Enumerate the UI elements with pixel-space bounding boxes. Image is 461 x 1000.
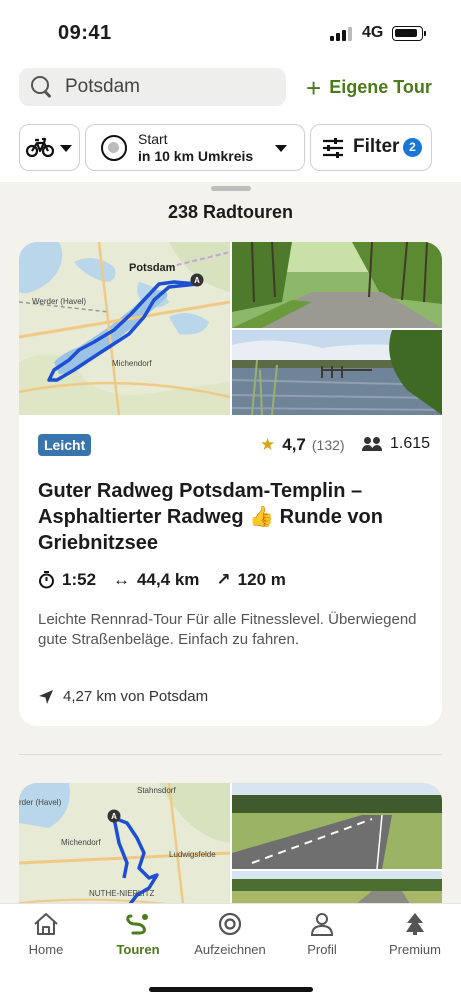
- tour-map: A Stahnsdorf rder (Havel) Michendorf Lud…: [19, 783, 230, 903]
- distance-stat: ↔ 44,4 km: [113, 570, 199, 590]
- nav-label: Touren: [116, 942, 160, 957]
- nav-item-aufzeichnen[interactable]: Aufzeichnen: [184, 912, 276, 957]
- nav-label: Premium: [388, 942, 441, 957]
- distance-value: 44,4 km: [137, 570, 200, 589]
- distance-from-value: 4,27 km von Potsdam: [63, 688, 209, 705]
- nav-item-profil[interactable]: Profil: [276, 912, 368, 957]
- bicycle-icon: [26, 137, 54, 158]
- tour-photo[interactable]: [232, 242, 442, 328]
- tour-photo[interactable]: [232, 783, 442, 869]
- sport-selector[interactable]: [19, 124, 80, 171]
- own-tour-button[interactable]: + Eigene Tour: [306, 72, 432, 103]
- map-marker-label: A: [111, 812, 117, 821]
- search-value: Potsdam: [65, 76, 140, 97]
- home-icon: [34, 913, 58, 935]
- filter-label: Filter: [353, 136, 400, 157]
- nav-item-premium[interactable]: Premium: [369, 912, 461, 957]
- status-bar: 09:41 4G: [0, 0, 461, 64]
- location-arrow-icon: [39, 689, 53, 704]
- home-indicator: [149, 987, 313, 992]
- map-label: Michendorf: [61, 838, 101, 847]
- stopwatch-icon: [39, 571, 54, 589]
- duration-stat: 1:52: [38, 570, 96, 590]
- difficulty-badge: Leicht: [38, 434, 92, 456]
- plus-icon: +: [306, 72, 322, 103]
- status-time: 09:41: [58, 22, 112, 44]
- nav-item-touren[interactable]: Touren: [92, 912, 184, 957]
- horizontal-arrows-icon: ↔: [113, 570, 131, 589]
- users-icon: [362, 437, 382, 451]
- duration-value: 1:52: [62, 570, 97, 589]
- star-icon: ★: [260, 435, 276, 454]
- bottom-nav: Home Touren Aufzeichnen Profil Premium: [0, 903, 461, 1000]
- users-count: 1.615: [362, 435, 430, 453]
- search-icon: [31, 76, 53, 98]
- profile-icon: [310, 913, 334, 936]
- map-label: Ludwigsfelde: [169, 850, 216, 859]
- network-label: 4G: [362, 24, 384, 41]
- nav-item-home[interactable]: Home: [0, 912, 92, 957]
- rating-value: 4,7: [282, 435, 306, 454]
- filter-bar: Start in 10 km Umkreis Filter 2: [0, 118, 461, 182]
- nav-label: Aufzeichnen: [194, 942, 266, 957]
- start-label: Start: [138, 131, 168, 147]
- signal-icon: [330, 27, 354, 41]
- elevation-stat: ↗ 120 m: [216, 570, 285, 590]
- tour-description: Leichte Rennrad-Tour Für alle Fitnesslev…: [38, 611, 417, 648]
- drag-handle[interactable]: [211, 186, 251, 191]
- elevation-value: 120 m: [237, 570, 286, 589]
- route-icon: [126, 914, 148, 935]
- battery-icon: [392, 26, 426, 41]
- radius-label: in 10 km Umkreis: [138, 148, 254, 164]
- own-tour-label: Eigene Tour: [329, 77, 432, 97]
- users-value: 1.615: [390, 435, 431, 452]
- tour-photo[interactable]: [232, 871, 442, 903]
- chevron-down-icon: [275, 145, 287, 152]
- record-icon: [218, 912, 242, 936]
- start-radius-selector[interactable]: Start in 10 km Umkreis: [85, 124, 305, 171]
- tour-stats: 1:52 ↔ 44,4 km ↗ 120 m: [38, 570, 303, 590]
- distance-from: 4,27 km von Potsdam: [38, 688, 208, 705]
- map-marker-label: A: [194, 276, 200, 285]
- tour-photo[interactable]: [232, 330, 442, 415]
- results-count: 238 Radtouren: [167, 202, 294, 222]
- rating-count: (132): [311, 437, 345, 453]
- nav-label: Home: [28, 942, 64, 957]
- divider: [19, 754, 442, 755]
- nav-label: Profil: [307, 942, 337, 957]
- map-label: Michendorf: [112, 359, 152, 368]
- map-label: Stahnsdorf: [137, 786, 176, 795]
- sliders-icon: [323, 138, 343, 158]
- premium-icon: [406, 913, 424, 935]
- chevron-down-icon: [60, 145, 72, 152]
- tour-card[interactable]: A Potsdam Werder (Havel) Michendorf Leic…: [19, 242, 442, 726]
- arrow-up-right-icon: ↗: [216, 570, 231, 589]
- map-label: NUTHE-NIEPLITZ: [89, 889, 154, 898]
- start-point-icon: [101, 135, 127, 161]
- filter-count-badge: 2: [403, 138, 422, 157]
- filter-button[interactable]: Filter 2: [310, 124, 432, 171]
- map-label: rder (Havel): [19, 798, 62, 807]
- map-label: Potsdam: [129, 262, 176, 274]
- map-label: Werder (Havel): [32, 297, 86, 306]
- rating: ★ 4,7 (132): [260, 435, 345, 455]
- tour-map: A Potsdam Werder (Havel) Michendorf: [19, 242, 230, 415]
- tour-title[interactable]: Guter Radweg Potsdam-Templin – Asphaltie…: [38, 478, 428, 556]
- search-input[interactable]: Potsdam: [19, 68, 286, 106]
- tour-card[interactable]: A Stahnsdorf rder (Havel) Michendorf Lud…: [19, 783, 442, 903]
- tour-list[interactable]: 238 Radtouren A Potsdam Werder (Havel) M…: [0, 182, 461, 903]
